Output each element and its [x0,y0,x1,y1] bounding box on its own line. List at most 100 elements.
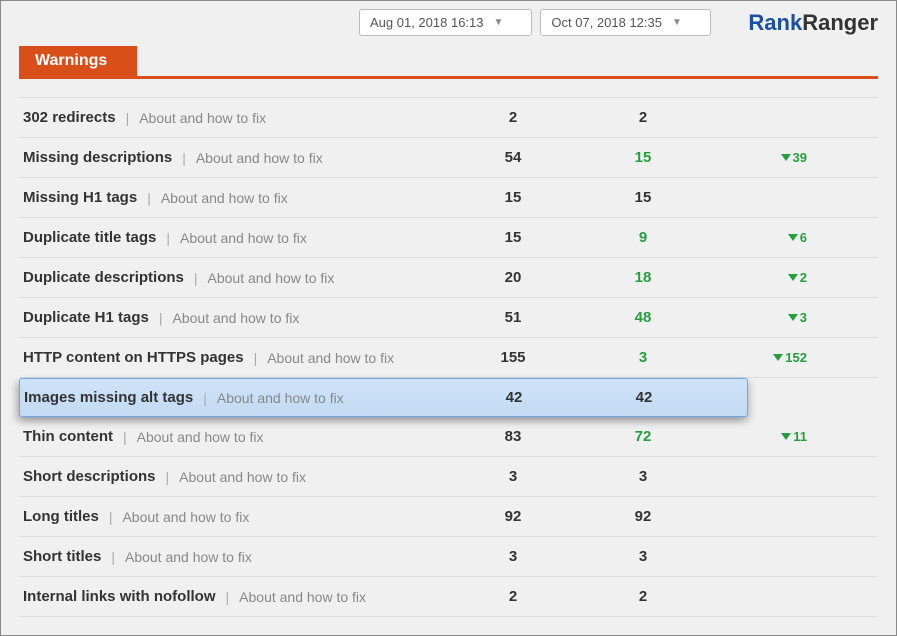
separator: | [123,429,127,445]
issue-name: Thin content [23,428,113,445]
value-prev: 2 [453,109,573,126]
issue-name: Duplicate title tags [23,229,156,246]
value-current: 18 [573,269,713,286]
value-prev: 51 [453,309,573,326]
value-prev: 83 [453,428,573,445]
value-prev: 15 [453,189,573,206]
separator: | [194,270,198,286]
about-link[interactable]: About and how to fix [180,230,307,246]
brand-part-2: Ranger [802,10,878,35]
value-delta: 3 [713,310,813,325]
table-row[interactable]: Duplicate descriptions | About and how to … [19,258,878,298]
about-link[interactable]: About and how to fix [196,150,323,166]
triangle-down-icon [781,433,791,440]
value-prev: 20 [453,269,573,286]
about-link[interactable]: About and how to fix [217,390,344,406]
table-row[interactable]: Duplicate title tags | About and how to fi… [19,218,878,258]
delta-value: 2 [800,270,807,285]
separator: | [126,110,130,126]
topbar: Aug 01, 2018 16:13 ▼ Oct 07, 2018 12:35 … [1,1,896,36]
value-current: 3 [573,349,713,366]
separator: | [159,310,163,326]
separator: | [147,190,151,206]
value-prev: 3 [453,548,573,565]
delta-value: 11 [793,429,807,444]
table-row[interactable]: Internal links with nofollow|About and h… [19,577,878,617]
date-select-2-label: Oct 07, 2018 12:35 [551,15,662,30]
table-row[interactable]: 302 redirects|About and how to fix22 [19,97,878,138]
table-row[interactable]: HTTP content on HTTPS pages | About and ho… [19,338,878,378]
warnings-table: 302 redirects | About and how to fix 2 2 Miss… [19,97,878,617]
chevron-down-icon: ▼ [494,17,504,28]
issue-cell: Internal links with nofollow|About and h… [23,588,453,605]
brand-part-1: Rank [748,10,802,35]
value-prev: 15 [453,229,573,246]
issue-name: HTTP content on HTTPS pages [23,349,244,366]
date-select-1[interactable]: Aug 01, 2018 16:13 ▼ [359,9,532,36]
table-row[interactable]: Images missing alt tags|About and how to… [19,378,748,417]
value-prev: 54 [453,149,573,166]
table-row[interactable]: Short titles | About and how to fix 33 [19,537,878,577]
about-link[interactable]: About and how to fix [173,310,300,326]
issue-cell: HTTP content on HTTPS pages | About and ho… [23,349,453,366]
date-select-2[interactable]: Oct 07, 2018 12:35 ▼ [540,9,711,36]
tab-divider [19,76,878,79]
triangle-down-icon [788,314,798,321]
issue-name: Missing descriptions [23,149,172,166]
separator: | [203,390,207,406]
value-current: 15 [573,149,713,166]
issue-cell: Duplicate descriptions | About and how to … [23,269,453,286]
delta-value: 39 [793,150,807,165]
issue-name: Long titles [23,508,99,525]
about-link[interactable]: About and how to fix [239,589,366,605]
issue-cell: Missing descriptions|About and how to fi… [23,149,453,166]
table-row[interactable]: Short descriptions|About and how to fix 3… [19,457,878,497]
issue-cell: Missing H1 tags | About and how to fix [23,189,453,206]
issue-cell: Short descriptions|About and how to fix [23,468,453,485]
about-link[interactable]: About and how to fix [208,270,335,286]
table-row[interactable]: Duplicate H1 tags | About and how to fix 51… [19,298,878,338]
value-prev: 42 [454,389,574,406]
value-current: 3 [573,548,713,565]
issue-cell: Short titles | About and how to fix [23,548,453,565]
issue-name: Short titles [23,548,101,565]
value-current: 9 [573,229,713,246]
table-row[interactable]: Thin content|About and how to fix837211 [19,417,878,457]
value-prev: 92 [453,508,573,525]
triangle-down-icon [773,354,783,361]
separator: | [254,350,258,366]
value-current: 92 [573,508,713,525]
value-current: 3 [573,468,713,485]
about-link[interactable]: About and how to fix [179,469,306,485]
date-range-selects: Aug 01, 2018 16:13 ▼ Oct 07, 2018 12:35 … [359,9,711,36]
separator: | [109,509,113,525]
value-prev: 2 [453,588,573,605]
table-row[interactable]: Missing H1 tags | About and how to fix 1515 [19,178,878,218]
value-current: 42 [574,389,714,406]
about-link[interactable]: About and how to fix [122,509,249,525]
about-link[interactable]: About and how to fix [137,429,264,445]
triangle-down-icon [788,234,798,241]
triangle-down-icon [781,154,791,161]
value-current: 15 [573,189,713,206]
separator: | [111,549,115,565]
separator: | [166,230,170,246]
value-delta: 152 [713,350,813,365]
value-current: 48 [573,309,713,326]
issue-name: Duplicate descriptions [23,269,184,286]
issue-cell: Long titles | About and how to fix [23,508,453,525]
about-link[interactable]: About and how to fix [125,549,252,565]
issue-name: Duplicate H1 tags [23,309,149,326]
issue-name: Short descriptions [23,468,156,485]
table-row[interactable]: Long titles | About and how to fix 9292 [19,497,878,537]
about-link[interactable]: About and how to fix [267,350,394,366]
table-row[interactable]: Missing descriptions|About and how to fi… [19,138,878,178]
delta-value: 152 [785,350,807,365]
value-delta: 39 [713,150,813,165]
issue-name: 302 redirects [23,109,116,126]
about-link[interactable]: About and how to fix [161,190,288,206]
tab-warnings[interactable]: Warnings [19,46,137,76]
issue-name: Missing H1 tags [23,189,137,206]
issue-cell: Duplicate title tags | About and how to fi… [23,229,453,246]
about-link[interactable]: About and how to fix [139,110,266,126]
